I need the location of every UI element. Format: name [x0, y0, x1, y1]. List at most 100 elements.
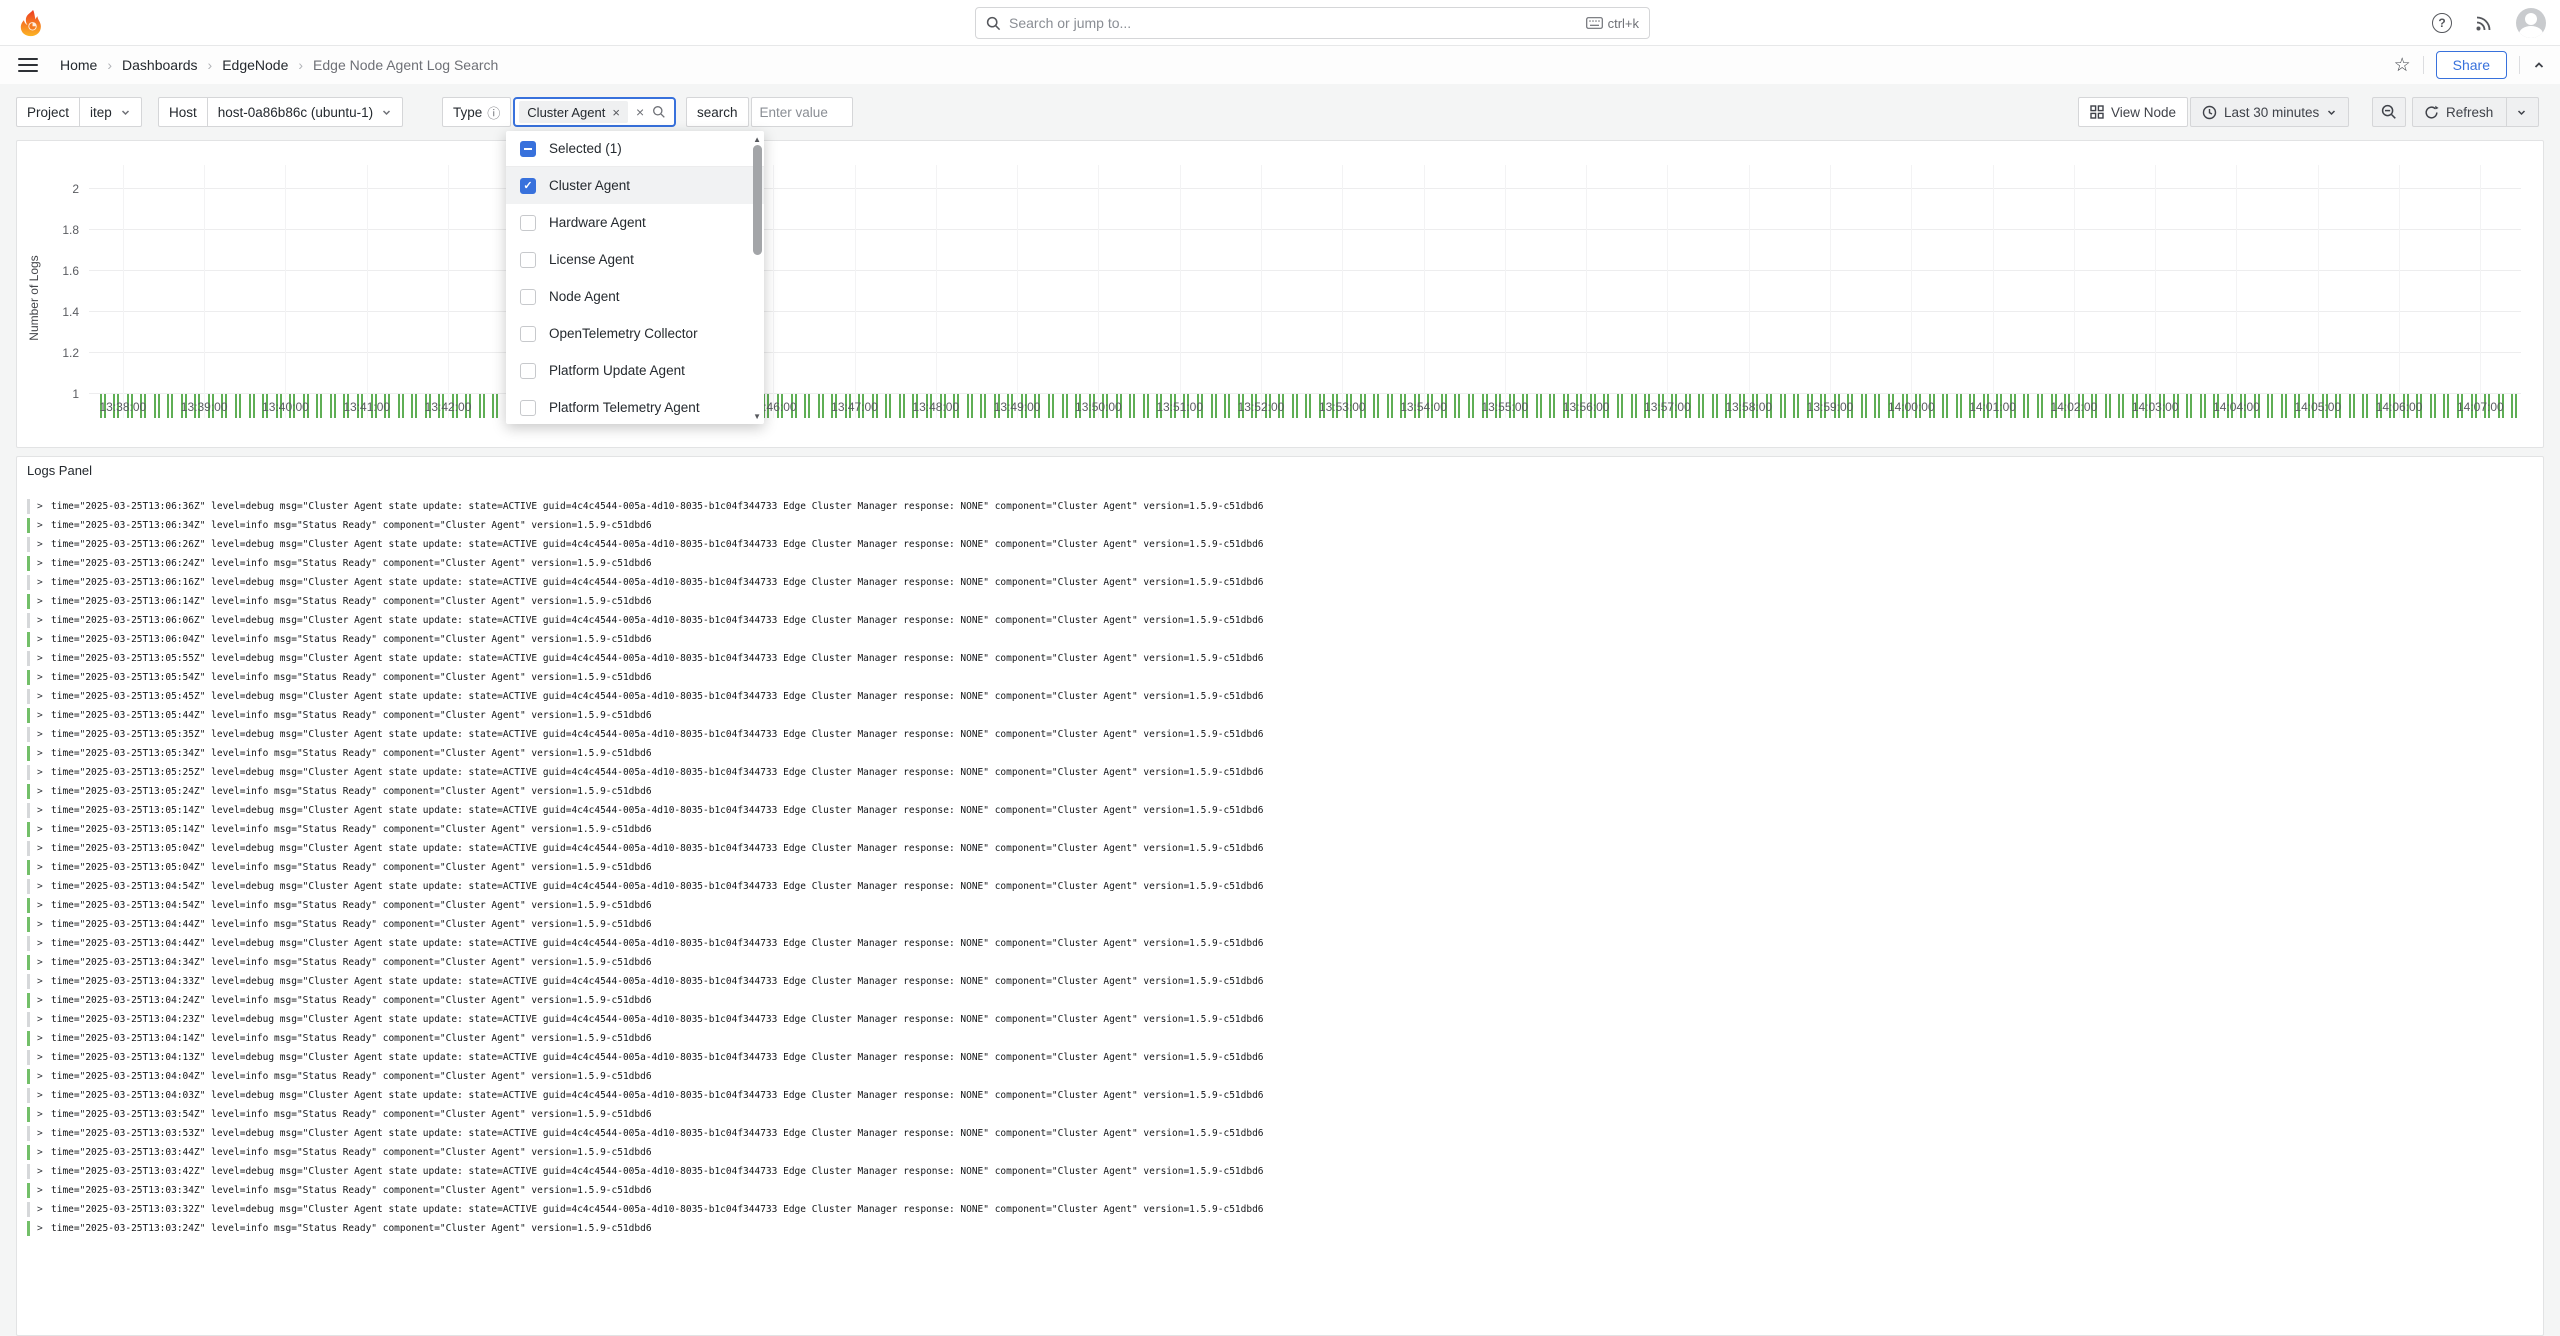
- expand-chevron-icon[interactable]: >: [37, 1033, 51, 1044]
- expand-chevron-icon[interactable]: >: [37, 1071, 51, 1082]
- tag-remove-icon[interactable]: ×: [612, 105, 620, 120]
- menu-hamburger-icon[interactable]: [18, 58, 38, 72]
- expand-chevron-icon[interactable]: >: [37, 862, 51, 873]
- expand-chevron-icon[interactable]: >: [37, 767, 51, 778]
- checkbox-icon[interactable]: [520, 289, 536, 305]
- info-icon[interactable]: ⓘ: [487, 103, 500, 122]
- news-rss-icon[interactable]: [2474, 13, 2494, 33]
- expand-chevron-icon[interactable]: >: [37, 1185, 51, 1196]
- log-row[interactable]: >time="2025-03-25T13:04:44Z" level=info …: [27, 915, 2537, 934]
- log-row[interactable]: >time="2025-03-25T13:05:55Z" level=debug…: [27, 649, 2537, 668]
- user-avatar[interactable]: [2516, 8, 2546, 38]
- search-input[interactable]: [1009, 15, 1578, 31]
- checkbox-icon[interactable]: [520, 252, 536, 268]
- expand-chevron-icon[interactable]: >: [37, 634, 51, 645]
- log-row[interactable]: >time="2025-03-25T13:06:26Z" level=debug…: [27, 535, 2537, 554]
- expand-chevron-icon[interactable]: >: [37, 805, 51, 816]
- project-select[interactable]: itep: [80, 97, 142, 127]
- log-row[interactable]: >time="2025-03-25T13:05:44Z" level=info …: [27, 706, 2537, 725]
- dropdown-option[interactable]: Hardware Agent: [506, 204, 764, 241]
- dropdown-option[interactable]: Node Agent: [506, 278, 764, 315]
- log-row[interactable]: >time="2025-03-25T13:04:33Z" level=debug…: [27, 972, 2537, 991]
- breadcrumb-item[interactable]: Home: [60, 57, 97, 73]
- expand-chevron-icon[interactable]: >: [37, 615, 51, 626]
- expand-chevron-icon[interactable]: >: [37, 919, 51, 930]
- log-row[interactable]: >time="2025-03-25T13:04:23Z" level=debug…: [27, 1010, 2537, 1029]
- expand-chevron-icon[interactable]: >: [37, 691, 51, 702]
- view-node-button[interactable]: View Node: [2078, 97, 2188, 127]
- log-row[interactable]: >time="2025-03-25T13:03:34Z" level=info …: [27, 1181, 2537, 1200]
- expand-chevron-icon[interactable]: >: [37, 900, 51, 911]
- expand-chevron-icon[interactable]: >: [37, 501, 51, 512]
- log-row[interactable]: >time="2025-03-25T13:04:03Z" level=debug…: [27, 1086, 2537, 1105]
- checkbox-checked-icon[interactable]: [520, 178, 536, 194]
- chart-plot-area[interactable]: [89, 165, 2521, 418]
- dropdown-option[interactable]: Cluster Agent: [506, 167, 764, 204]
- expand-chevron-icon[interactable]: >: [37, 1204, 51, 1215]
- log-row[interactable]: >time="2025-03-25T13:05:35Z" level=debug…: [27, 725, 2537, 744]
- log-row[interactable]: >time="2025-03-25T13:06:34Z" level=info …: [27, 516, 2537, 535]
- dropdown-scrollbar[interactable]: [753, 145, 762, 410]
- log-row[interactable]: >time="2025-03-25T13:04:54Z" level=info …: [27, 896, 2537, 915]
- log-row[interactable]: >time="2025-03-25T13:05:04Z" level=info …: [27, 858, 2537, 877]
- collapse-chevron-up-icon[interactable]: [2532, 58, 2546, 72]
- expand-chevron-icon[interactable]: >: [37, 672, 51, 683]
- log-row[interactable]: >time="2025-03-25T13:04:04Z" level=info …: [27, 1067, 2537, 1086]
- log-row[interactable]: >time="2025-03-25T13:04:13Z" level=debug…: [27, 1048, 2537, 1067]
- expand-chevron-icon[interactable]: >: [37, 881, 51, 892]
- dropdown-header-selected[interactable]: Selected (1): [506, 131, 764, 167]
- checkbox-indeterminate-icon[interactable]: [520, 141, 536, 157]
- expand-chevron-icon[interactable]: >: [37, 1090, 51, 1101]
- refresh-interval-chevron-icon[interactable]: [2516, 107, 2527, 118]
- expand-chevron-icon[interactable]: >: [37, 748, 51, 759]
- type-multiselect[interactable]: Cluster Agent × ×: [513, 97, 676, 127]
- expand-chevron-icon[interactable]: >: [37, 938, 51, 949]
- expand-chevron-icon[interactable]: >: [37, 957, 51, 968]
- expand-chevron-icon[interactable]: >: [37, 653, 51, 664]
- search-value-input[interactable]: [751, 97, 853, 127]
- log-row[interactable]: >time="2025-03-25T13:04:14Z" level=info …: [27, 1029, 2537, 1048]
- log-row[interactable]: >time="2025-03-25T13:03:44Z" level=info …: [27, 1143, 2537, 1162]
- checkbox-icon[interactable]: [520, 215, 536, 231]
- log-row[interactable]: >time="2025-03-25T13:03:32Z" level=debug…: [27, 1200, 2537, 1219]
- log-row[interactable]: >time="2025-03-25T13:03:54Z" level=info …: [27, 1105, 2537, 1124]
- global-search[interactable]: ctrl+k: [975, 7, 1650, 39]
- expand-chevron-icon[interactable]: >: [37, 520, 51, 531]
- expand-chevron-icon[interactable]: >: [37, 786, 51, 797]
- expand-chevron-icon[interactable]: >: [37, 539, 51, 550]
- expand-chevron-icon[interactable]: >: [37, 1109, 51, 1120]
- host-select[interactable]: host-0a86b86c (ubuntu-1): [208, 97, 403, 127]
- expand-chevron-icon[interactable]: >: [37, 710, 51, 721]
- log-row[interactable]: >time="2025-03-25T13:05:24Z" level=info …: [27, 782, 2537, 801]
- expand-chevron-icon[interactable]: >: [37, 976, 51, 987]
- expand-chevron-icon[interactable]: >: [37, 1128, 51, 1139]
- log-row[interactable]: >time="2025-03-25T13:05:04Z" level=debug…: [27, 839, 2537, 858]
- log-row[interactable]: >time="2025-03-25T13:06:06Z" level=debug…: [27, 611, 2537, 630]
- log-row[interactable]: >time="2025-03-25T13:04:54Z" level=debug…: [27, 877, 2537, 896]
- checkbox-icon[interactable]: [520, 363, 536, 379]
- checkbox-icon[interactable]: [520, 400, 536, 416]
- clear-all-icon[interactable]: ×: [636, 104, 644, 120]
- dropdown-option[interactable]: License Agent: [506, 241, 764, 278]
- log-row[interactable]: >time="2025-03-25T13:04:34Z" level=info …: [27, 953, 2537, 972]
- expand-chevron-icon[interactable]: >: [37, 1147, 51, 1158]
- zoom-out-button[interactable]: [2372, 97, 2406, 127]
- expand-chevron-icon[interactable]: >: [37, 1166, 51, 1177]
- share-button[interactable]: Share: [2436, 51, 2507, 79]
- expand-chevron-icon[interactable]: >: [37, 1223, 51, 1234]
- checkbox-icon[interactable]: [520, 326, 536, 342]
- log-row[interactable]: >time="2025-03-25T13:05:34Z" level=info …: [27, 744, 2537, 763]
- log-row[interactable]: >time="2025-03-25T13:03:42Z" level=debug…: [27, 1162, 2537, 1181]
- expand-chevron-icon[interactable]: >: [37, 558, 51, 569]
- grafana-logo-icon[interactable]: [18, 8, 48, 38]
- expand-chevron-icon[interactable]: >: [37, 577, 51, 588]
- breadcrumb-item[interactable]: EdgeNode: [222, 57, 288, 73]
- log-row[interactable]: >time="2025-03-25T13:05:45Z" level=debug…: [27, 687, 2537, 706]
- log-row[interactable]: >time="2025-03-25T13:06:14Z" level=info …: [27, 592, 2537, 611]
- favorite-star-icon[interactable]: ☆: [2394, 56, 2411, 75]
- log-row[interactable]: >time="2025-03-25T13:06:04Z" level=info …: [27, 630, 2537, 649]
- dropdown-option[interactable]: Platform Telemetry Agent: [506, 389, 764, 424]
- log-row[interactable]: >time="2025-03-25T13:05:54Z" level=info …: [27, 668, 2537, 687]
- expand-chevron-icon[interactable]: >: [37, 843, 51, 854]
- expand-chevron-icon[interactable]: >: [37, 729, 51, 740]
